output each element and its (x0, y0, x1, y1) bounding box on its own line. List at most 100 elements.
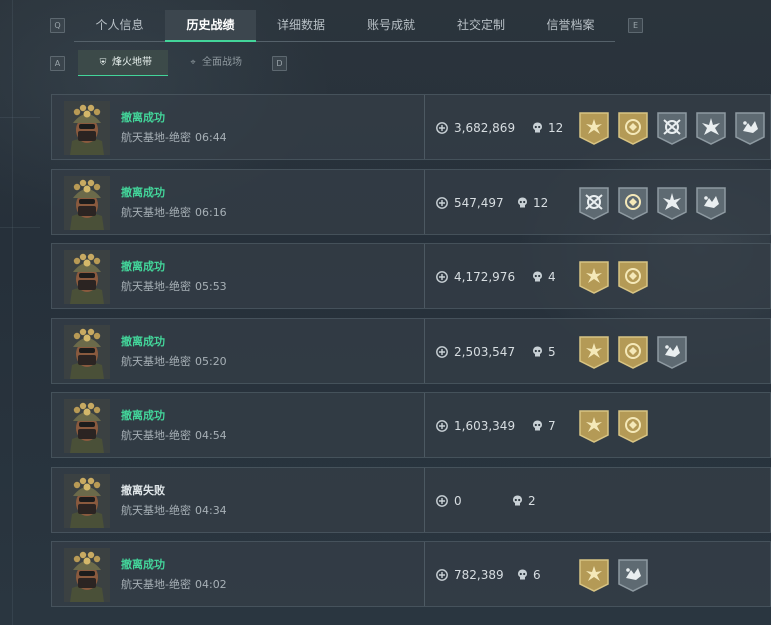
match-row[interactable]: 撤离成功 航天基地-绝密 06:16 547,497 12 (51, 169, 771, 235)
extracted-value: 2,503,547 (454, 345, 516, 359)
coin-emblem-badge[interactable] (617, 186, 649, 221)
explosion-icon (657, 336, 687, 369)
star-burst-icon (579, 336, 609, 369)
kill-count: 12 (533, 196, 549, 210)
map-and-duration: 航天基地-绝密 04:54 (121, 427, 227, 443)
map-and-duration: 航天基地-绝密 06:16 (121, 204, 227, 220)
currency-icon (436, 271, 448, 283)
kill-count: 2 (528, 494, 536, 508)
tab-achievements[interactable]: 账号成就 (346, 10, 436, 41)
star-burst-icon (579, 410, 609, 443)
operator-avatar (64, 250, 110, 304)
extracted-value: 782,389 (454, 568, 504, 582)
match-duration: 04:34 (194, 504, 227, 517)
explosion-badge[interactable] (656, 335, 688, 370)
shield-icon: ⛨ (99, 58, 107, 68)
match-duration: 06:44 (194, 131, 227, 144)
map-and-duration: 航天基地-绝密 06:44 (121, 129, 227, 145)
star-burst-badge[interactable] (578, 260, 610, 295)
explosion-badge[interactable] (734, 111, 766, 146)
match-row[interactable]: 撤离成功 航天基地-绝密 05:20 2,503,547 5 (51, 318, 771, 384)
map-and-duration: 航天基地-绝密 04:02 (121, 576, 227, 592)
extracted-value: 3,682,869 (454, 121, 516, 135)
map-name: 航天基地-绝密 (121, 280, 191, 293)
operator-avatar (64, 474, 110, 528)
map-name: 航天基地-绝密 (121, 429, 191, 442)
currency-icon (436, 420, 448, 432)
tab-reputation[interactable]: 信誉档案 (526, 10, 615, 41)
star-burst-icon (579, 261, 609, 294)
explosion-badge[interactable] (695, 186, 727, 221)
map-and-duration: 航天基地-绝密 05:20 (121, 353, 227, 369)
map-name: 航天基地-绝密 (121, 504, 191, 517)
map-and-duration: 航天基地-绝密 04:34 (121, 502, 227, 518)
star-burst-icon (579, 112, 609, 145)
coin-emblem-badge[interactable] (617, 111, 649, 146)
star-burst-badge[interactable] (578, 111, 610, 146)
currency-icon (436, 122, 448, 134)
row-divider (424, 468, 425, 532)
shatter-star-icon (696, 112, 726, 145)
coin-emblem-icon (618, 261, 648, 294)
coin-emblem-icon (618, 187, 648, 220)
map-name: 航天基地-绝密 (121, 355, 191, 368)
shatter-star-badge[interactable] (695, 111, 727, 146)
tab-detailed-data[interactable]: 详细数据 (256, 10, 346, 41)
extracted-value: 0 (454, 494, 462, 508)
star-burst-badge[interactable] (578, 558, 610, 593)
currency-icon (436, 495, 448, 507)
operator-avatar (64, 548, 110, 602)
crossed-rifles-icon (579, 187, 609, 220)
subtab-hazard-zone[interactable]: ⛨ 烽火地带 (78, 50, 168, 76)
explosion-icon (735, 112, 765, 145)
row-divider (424, 244, 425, 308)
kill-count: 4 (548, 270, 556, 284)
match-row[interactable]: 撤离成功 航天基地-绝密 04:02 782,389 6 (51, 541, 771, 607)
match-row[interactable]: 撤离失败 航天基地-绝密 04:34 0 2 (51, 467, 771, 533)
key-hint-sub-left: A (50, 56, 65, 71)
coin-emblem-icon (618, 410, 648, 443)
coin-emblem-icon (618, 336, 648, 369)
explosion-icon (696, 187, 726, 220)
currency-icon (436, 346, 448, 358)
match-row[interactable]: 撤离成功 航天基地-绝密 06:44 3,682,869 12 (51, 94, 771, 160)
kill-count: 7 (548, 419, 556, 433)
skull-icon (533, 346, 542, 357)
currency-icon (436, 197, 448, 209)
subtab-battlefield[interactable]: ⌖ 全面战场 (168, 50, 258, 75)
tab-match-history[interactable]: 历史战绩 (165, 10, 256, 42)
row-divider (424, 393, 425, 457)
coin-emblem-icon (618, 112, 648, 145)
match-row[interactable]: 撤离成功 航天基地-绝密 04:54 1,603,349 7 (51, 392, 771, 458)
star-burst-icon (579, 559, 609, 592)
skull-icon (513, 495, 522, 506)
operator-avatar (64, 176, 110, 230)
shatter-star-badge[interactable] (656, 186, 688, 221)
coin-emblem-badge[interactable] (617, 335, 649, 370)
grid-line (12, 0, 13, 625)
extraction-status: 撤离成功 (121, 186, 165, 199)
extracted-value: 1,603,349 (454, 419, 516, 433)
match-row[interactable]: 撤离成功 航天基地-绝密 05:53 4,172,976 4 (51, 243, 771, 309)
row-divider (424, 170, 425, 234)
tab-profile[interactable]: 个人信息 (74, 10, 165, 41)
coin-emblem-badge[interactable] (617, 260, 649, 295)
key-hint-left: Q (50, 18, 65, 33)
star-burst-badge[interactable] (578, 409, 610, 444)
operator-avatar (64, 399, 110, 453)
explosion-badge[interactable] (617, 558, 649, 593)
crossed-rifles-badge[interactable] (578, 186, 610, 221)
row-divider (424, 95, 425, 159)
skull-icon (518, 569, 527, 580)
main-tabs: 个人信息 历史战绩 详细数据 账号成就 社交定制 信誉档案 (74, 10, 615, 42)
operator-avatar (64, 101, 110, 155)
coin-emblem-badge[interactable] (617, 409, 649, 444)
operator-avatar (64, 325, 110, 379)
crosshair-icon: ⌖ (190, 58, 196, 68)
kill-count: 5 (548, 345, 556, 359)
star-burst-badge[interactable] (578, 335, 610, 370)
tab-social[interactable]: 社交定制 (436, 10, 526, 41)
crossed-rifles-badge[interactable] (656, 111, 688, 146)
extraction-status: 撤离成功 (121, 260, 165, 273)
match-duration: 06:16 (194, 206, 227, 219)
